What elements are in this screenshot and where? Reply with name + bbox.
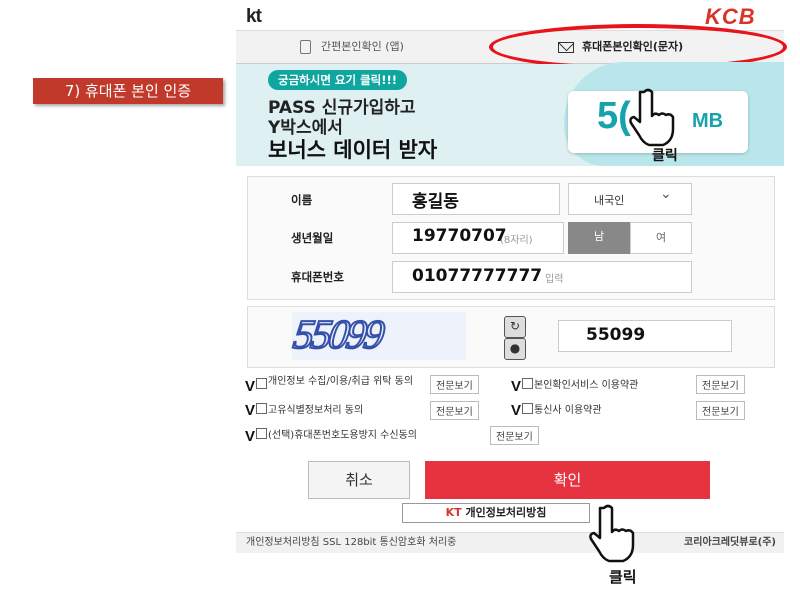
click-annotation-banner: 클릭 [652, 148, 678, 164]
nationality-select[interactable] [568, 183, 692, 215]
agree-label: 본인확인서비스 이용약관 [534, 380, 639, 391]
kt-logo: kt [246, 6, 262, 27]
confirm-button[interactable]: 확인 [425, 461, 710, 499]
agree-label: (선택)휴대폰번호도용방지 수신동의 [268, 430, 417, 441]
phone-icon [300, 40, 311, 54]
check-mark: V [511, 402, 522, 419]
view-full-button[interactable]: 전문보기 [696, 401, 745, 420]
agree-label: 통신사 이용약관 [534, 405, 602, 416]
gender-male-button[interactable]: 남 [568, 222, 630, 254]
phone-placeholder: 입력 [545, 274, 564, 285]
click-annotation-confirm: 클릭 [609, 568, 637, 586]
audio-icon[interactable]: ● [504, 338, 526, 360]
check-mark: V [245, 428, 256, 445]
cancel-button[interactable]: 취소 [308, 461, 410, 499]
footer-left: 개인정보처리방침 SSL 128bit 통신암호화 처리중 [246, 537, 457, 548]
check-mark: V [245, 378, 256, 395]
chevron-down-icon: ⌄ [660, 186, 672, 202]
agree-checkbox[interactable] [522, 403, 533, 414]
banner-pill: 궁금하시면 요기 클릭!!! [268, 70, 407, 90]
tab-app-label: 간편본인확인 (앱) [321, 40, 404, 53]
name-value: 홍길동 [412, 192, 459, 212]
gender-female-button[interactable]: 여 [630, 222, 692, 254]
tab-app-auth[interactable]: 간편본인확인 (앱) [300, 31, 404, 63]
view-full-button[interactable]: 전문보기 [430, 375, 479, 394]
agree-checkbox[interactable] [256, 378, 267, 389]
policy-prefix: KT [445, 506, 462, 519]
agree-label: 개인정보 수집/이용/취급 위탁 동의 [268, 376, 414, 387]
nationality-value: 내국인 [594, 194, 625, 207]
check-mark: V [245, 402, 256, 419]
birth-label: 생년월일 [291, 231, 334, 245]
policy-label: 개인정보처리방침 [465, 506, 547, 519]
step-label: 7) 휴대폰 본인 인증 [33, 78, 223, 104]
captcha-image-text: 55099 [290, 310, 386, 358]
footer-right: 코리아크레딧뷰로(주) [684, 537, 776, 548]
name-label: 이름 [291, 193, 313, 207]
agree-checkbox[interactable] [522, 378, 533, 389]
banner-line-3: 보너스 데이터 받자 [268, 138, 438, 162]
phone-value: 01077777777 [412, 266, 543, 286]
check-mark: V [511, 378, 522, 395]
kt-privacy-policy-button[interactable]: KT 개인정보처리방침 [402, 503, 590, 523]
hand-cursor-icon [629, 88, 675, 147]
view-full-button[interactable]: 전문보기 [490, 426, 539, 445]
agree-checkbox[interactable] [256, 403, 267, 414]
captcha-value: 55099 [586, 325, 646, 345]
birth-value: 19770707 [412, 226, 507, 246]
refresh-icon[interactable]: ↻ [504, 316, 526, 338]
view-full-button[interactable]: 전문보기 [696, 375, 745, 394]
footer-bar: 개인정보처리방침 SSL 128bit 통신암호화 처리중 코리아크레딧뷰로(주… [236, 532, 784, 553]
ticket-unit: MB [692, 110, 724, 132]
hand-cursor-icon [589, 504, 635, 563]
agree-label: 고유식별정보처리 동의 [268, 405, 364, 416]
phone-label: 휴대폰번호 [291, 270, 344, 284]
view-full-button[interactable]: 전문보기 [430, 401, 479, 420]
agree-checkbox[interactable] [256, 428, 267, 439]
